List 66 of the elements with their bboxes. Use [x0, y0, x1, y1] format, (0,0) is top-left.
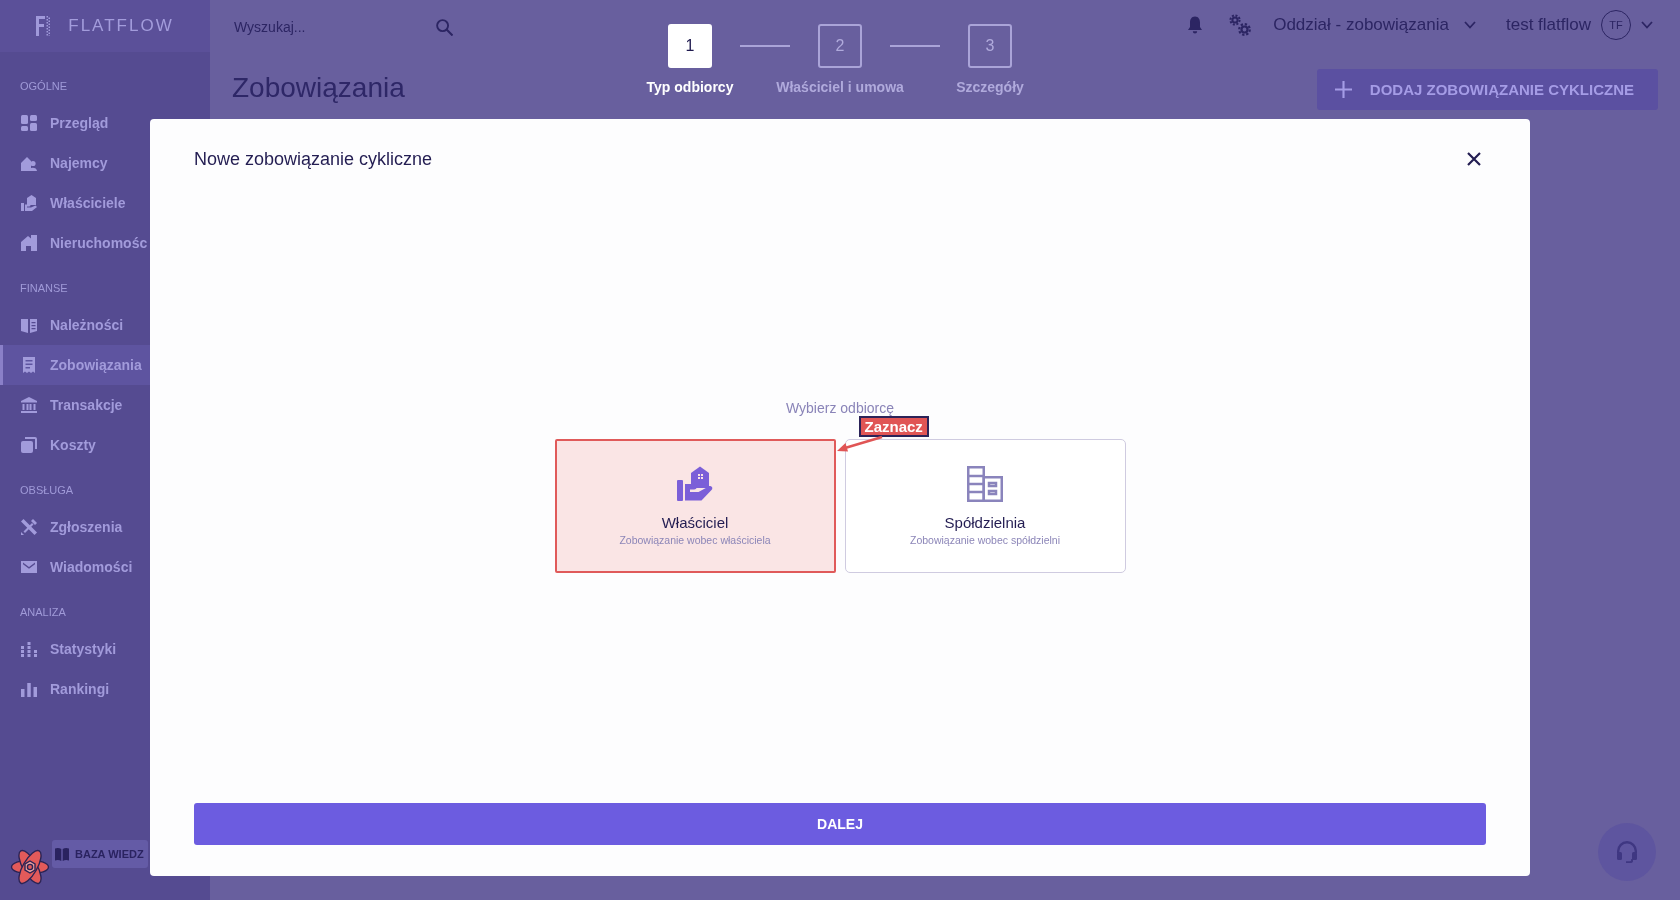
- step-label: Szczegóły: [956, 78, 1024, 96]
- branch-selector[interactable]: Oddział - zobowiązania: [1273, 15, 1476, 35]
- option-description: Zobowiązanie wobec właściciela: [619, 534, 771, 547]
- sidebar-item[interactable]: Nieruchomośc: [0, 223, 150, 263]
- section-heading: OGÓLNE: [19, 79, 68, 94]
- step-label: Właściciel i umowa: [776, 78, 904, 96]
- sidebar-item[interactable]: Transakcje: [0, 385, 150, 425]
- envelope-icon: [21, 559, 37, 575]
- sidebar-item[interactable]: Koszty: [0, 425, 150, 465]
- dotted-bars-icon: [21, 641, 37, 657]
- sidebar-item[interactable]: Właściciele: [0, 183, 150, 223]
- next-button[interactable]: DALEJ: [194, 803, 1486, 845]
- recipient-card[interactable]: Właściciel Zobowiązanie wobec właściciela: [554, 439, 836, 573]
- recipient-card[interactable]: Spółdzielnia Zobowiązanie wobec spółdzielni: [844, 439, 1126, 573]
- section-heading: OBSŁUGA: [19, 483, 74, 498]
- receipt-icon: [21, 357, 37, 373]
- plus-icon: [1334, 81, 1352, 98]
- tools-icon: [21, 519, 37, 535]
- sidebar-item[interactable]: Zgłoszenia: [0, 507, 150, 547]
- step-label: Typ odbiorcy: [646, 78, 734, 96]
- annotation-arrow: [835, 434, 884, 453]
- chevron-icon[interactable]: [1641, 21, 1653, 29]
- house-hand-icon: [677, 466, 713, 502]
- book-icon: [55, 847, 69, 861]
- step-number: 3: [968, 24, 1012, 68]
- bank-icon: [21, 397, 37, 413]
- sidebar-item[interactable]: Przegląd: [0, 103, 150, 143]
- bell-icon[interactable]: [1187, 16, 1204, 34]
- book-icon: [21, 317, 37, 333]
- sidebar-item[interactable]: Statystyki: [0, 629, 150, 669]
- user-name[interactable]: test flatflow: [1505, 15, 1591, 35]
- section-heading: ANALIZA: [19, 605, 66, 620]
- sidebar-item[interactable]: Zobowiązania: [0, 345, 150, 385]
- page-title: Zobowiązania: [232, 71, 405, 105]
- chevron-icon[interactable]: [1463, 21, 1476, 29]
- building-icon: [967, 466, 1003, 502]
- house-icon: [21, 235, 37, 251]
- search-icon[interactable]: [436, 18, 453, 36]
- annotation-label: Zaznacz: [858, 416, 929, 437]
- grid-icon: [21, 115, 37, 131]
- option-description: Zobowiązanie wobec spółdzielni: [910, 534, 1060, 547]
- knowledge-base-button[interactable]: BAZA WIEDZ: [52, 840, 148, 868]
- house-hand-icon: [21, 195, 37, 211]
- close-button[interactable]: [1467, 152, 1481, 166]
- prompt-text: Wybierz odbiorcę: [786, 399, 894, 417]
- option-title: Spółdzielnia: [944, 514, 1026, 532]
- step-number: 1: [668, 24, 712, 68]
- section-heading: FINANSE: [19, 281, 68, 296]
- logo-text: FLATFLOW: [68, 16, 174, 36]
- modal-title: Nowe zobowiązanie cykliczne: [194, 148, 433, 170]
- person-house-icon: [21, 155, 37, 171]
- logo-icon: [36, 16, 51, 36]
- headset-icon: [1615, 840, 1639, 864]
- option-title: Właściciel: [661, 514, 729, 532]
- close-icon: [1467, 152, 1481, 166]
- bar-chart-icon: [21, 681, 37, 697]
- atom-icon[interactable]: [10, 849, 50, 885]
- gears-icon[interactable]: [1229, 14, 1252, 36]
- sidebar-item[interactable]: Wiadomości: [0, 547, 150, 587]
- sidebar-item[interactable]: Należności: [0, 305, 150, 345]
- sidebar-item[interactable]: Najemcy: [0, 143, 150, 183]
- search-field[interactable]: Wyszukaj...: [232, 12, 426, 42]
- cards-icon: [21, 437, 37, 453]
- add-button[interactable]: DODAJ ZOBOWIĄZANIE CYKLICZNE: [1316, 69, 1658, 110]
- sidebar-item[interactable]: Rankingi: [0, 669, 150, 709]
- step-number: 2: [818, 24, 862, 68]
